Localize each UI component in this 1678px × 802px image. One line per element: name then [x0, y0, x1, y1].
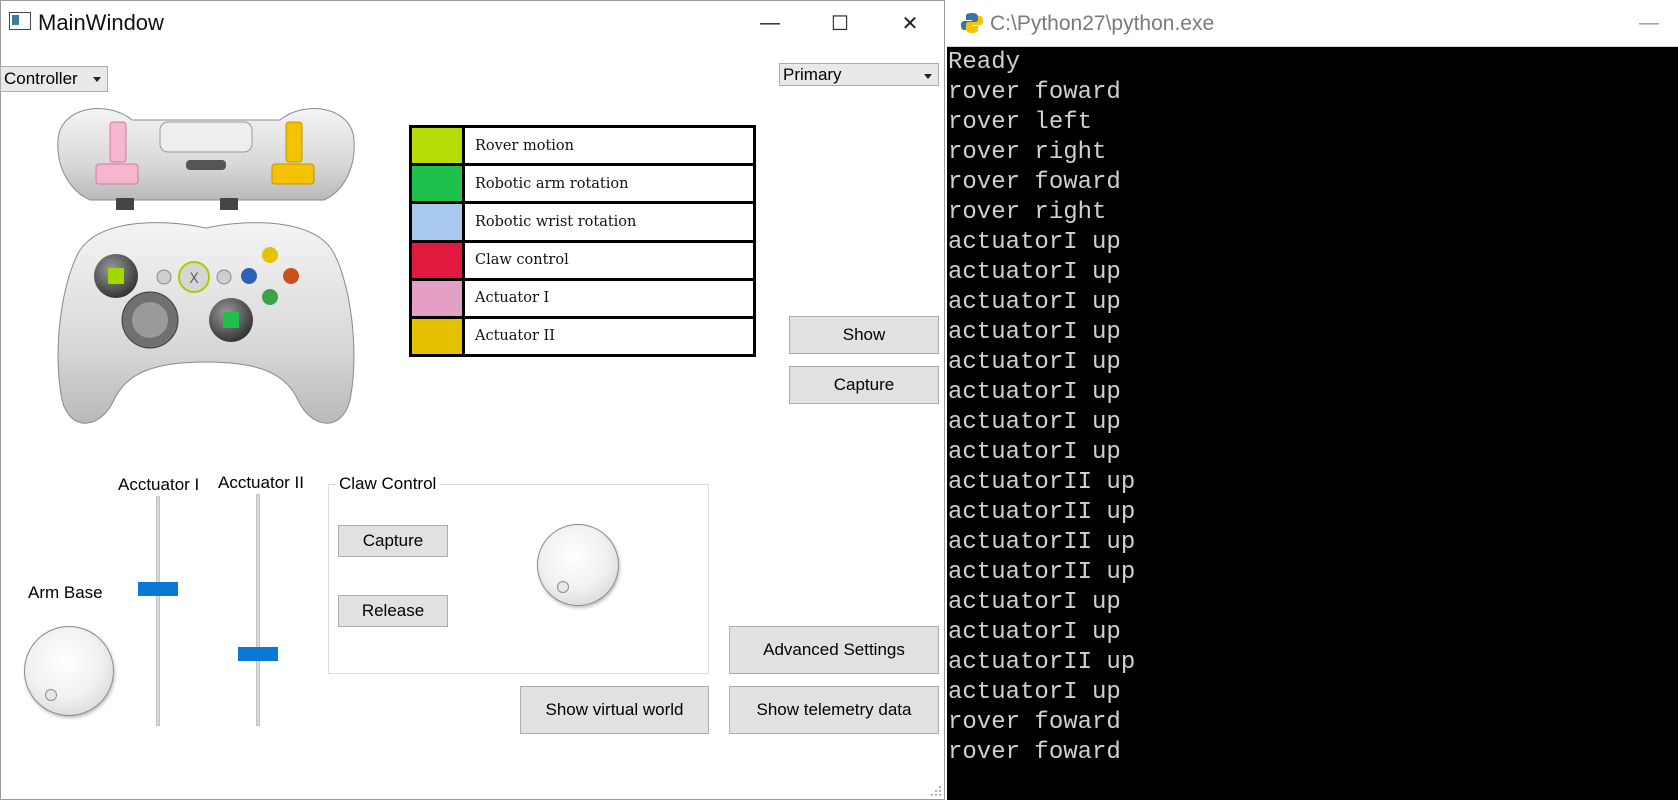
console-line: actuatorI up	[948, 679, 1121, 706]
console-line: actuatorI up	[948, 619, 1121, 646]
legend-row: Claw control	[412, 242, 753, 278]
console-line: rover right	[948, 139, 1107, 166]
legend-swatch	[412, 204, 462, 240]
legend-row: Rover motion	[412, 128, 753, 164]
mode-combobox[interactable]: Controller	[0, 66, 108, 92]
legend-swatch	[412, 280, 462, 316]
console-line: actuatorI up	[948, 439, 1121, 466]
dial-notch	[557, 581, 569, 593]
console-output: Ready rover foward rover left rover right ro…	[948, 48, 1135, 768]
dial-notch	[45, 689, 57, 701]
console-line: actuatorI up	[948, 259, 1121, 286]
console-line: actuatorII up	[948, 499, 1136, 526]
screen-combobox-value: Primary	[783, 65, 842, 84]
legend-row: Actuator II	[412, 318, 753, 355]
console-line: rover foward	[948, 739, 1121, 766]
resize-grip-icon[interactable]	[930, 785, 942, 797]
console-line: actuatorII up	[948, 649, 1136, 676]
screen-combobox[interactable]: Primary	[779, 63, 939, 86]
close-button[interactable]: ✕	[875, 0, 945, 46]
legend-label: Claw control	[465, 242, 753, 278]
window-title: MainWindow	[38, 10, 164, 35]
show-button[interactable]: Show	[789, 316, 939, 354]
console-line: actuatorI up	[948, 319, 1121, 346]
capture-button[interactable]: Capture	[789, 366, 939, 404]
xbox-controller-image: X	[57, 108, 355, 424]
actuator-2-label: Acctuator II	[218, 473, 304, 492]
claw-control-title: Claw Control	[336, 474, 440, 494]
advanced-settings-button[interactable]: Advanced Settings	[729, 626, 939, 674]
legend-label: Actuator II	[465, 318, 753, 355]
dropdown-arrow-icon	[924, 74, 932, 79]
console-line: rover foward	[948, 79, 1121, 106]
console-line: actuatorII up	[948, 469, 1136, 496]
maximize-button[interactable]: ☐	[805, 0, 875, 46]
legend-label: Robotic arm rotation	[465, 166, 753, 202]
show-virtual-world-button[interactable]: Show virtual world	[520, 686, 709, 734]
legend-label: Actuator I	[465, 280, 753, 316]
arm-base-label: Arm Base	[28, 583, 103, 602]
legend-swatch	[412, 318, 462, 355]
legend-row: Actuator I	[412, 280, 753, 316]
claw-dial[interactable]	[537, 524, 619, 606]
legend-row: Robotic arm rotation	[412, 166, 753, 202]
console-line: actuatorI up	[948, 379, 1121, 406]
console-line: rover foward	[948, 169, 1121, 196]
legend-row: Robotic wrist rotation	[412, 204, 753, 240]
legend-label: Robotic wrist rotation	[465, 204, 753, 240]
app-window-icon	[9, 12, 31, 30]
show-telemetry-button[interactable]: Show telemetry data	[729, 686, 939, 734]
console-line: actuatorI up	[948, 289, 1121, 316]
legend-swatch	[412, 128, 462, 164]
control-legend: Rover motion Robotic arm rotation Roboti…	[409, 125, 756, 357]
console-line: Ready	[948, 49, 1021, 76]
minimize-button[interactable]: —	[735, 0, 805, 46]
arm-base-dial[interactable]	[24, 626, 114, 716]
console-line: rover foward	[948, 709, 1121, 736]
actuator-1-slider-track[interactable]	[156, 496, 160, 726]
legend-swatch	[412, 242, 462, 278]
legend-label: Rover motion	[465, 128, 753, 164]
dropdown-arrow-icon	[93, 77, 101, 82]
console-line: rover right	[948, 199, 1107, 226]
claw-capture-button[interactable]: Capture	[338, 525, 448, 557]
console-minimize-button[interactable]: —	[1620, 0, 1678, 46]
console-title: C:\Python27\python.exe	[990, 12, 1215, 35]
python-icon	[961, 13, 983, 33]
console-line: actuatorI up	[948, 229, 1121, 256]
console-line: actuatorI up	[948, 349, 1121, 376]
actuator-2-slider-handle[interactable]	[238, 646, 278, 661]
console-line: actuatorII up	[948, 529, 1136, 556]
actuator-1-slider-handle[interactable]	[138, 582, 178, 597]
console-line: actuatorI up	[948, 589, 1121, 616]
console-line: actuatorI up	[948, 409, 1121, 436]
claw-control-group	[328, 484, 709, 674]
svg-text:X: X	[189, 271, 199, 287]
legend-swatch	[412, 166, 462, 202]
actuator-1-label: Acctuator I	[118, 475, 200, 494]
console-line: rover left	[948, 109, 1093, 136]
actuator-2-slider-track[interactable]	[256, 494, 260, 726]
console-line: actuatorII up	[948, 559, 1136, 586]
mode-combobox-value: Controller	[4, 69, 78, 88]
claw-release-button[interactable]: Release	[338, 595, 448, 627]
